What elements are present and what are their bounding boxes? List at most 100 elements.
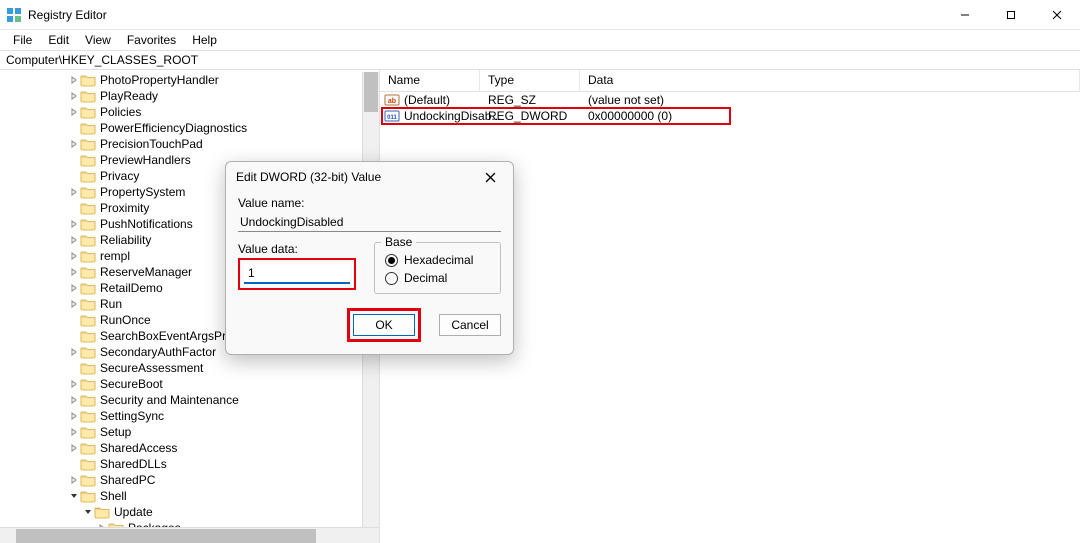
menu-view[interactable]: View [78, 32, 118, 48]
tree-item[interactable]: PlayReady [10, 88, 379, 104]
folder-icon [80, 329, 96, 343]
table-row[interactable]: ab (Default) REG_SZ (value not set) [380, 92, 1080, 108]
tree-item[interactable]: Shell [10, 488, 379, 504]
chevron-right-icon[interactable] [68, 396, 80, 404]
radio-icon [385, 272, 398, 285]
chevron-right-icon[interactable] [68, 236, 80, 244]
dialog-close-button[interactable] [475, 165, 505, 189]
chevron-right-icon[interactable] [68, 380, 80, 388]
tree-item-label: ReserveManager [100, 264, 192, 280]
chevron-right-icon[interactable] [68, 412, 80, 420]
table-row[interactable]: 011 UndockingDisab... REG_DWORD 0x000000… [380, 108, 1080, 124]
chevron-right-icon[interactable] [68, 108, 80, 116]
hscroll-thumb[interactable] [16, 529, 316, 543]
tree-item-label: SharedDLLs [100, 456, 167, 472]
tree-item[interactable]: Packages [10, 520, 379, 527]
menu-help[interactable]: Help [185, 32, 224, 48]
folder-icon [80, 489, 96, 503]
chevron-right-icon[interactable] [68, 428, 80, 436]
radio-label: Hexadecimal [404, 253, 473, 267]
hscroll[interactable] [0, 527, 379, 543]
chevron-down-icon[interactable] [82, 508, 94, 516]
row-data: 0x00000000 (0) [580, 109, 1080, 123]
radio-icon [385, 254, 398, 267]
tree-item[interactable]: SharedAccess [10, 440, 379, 456]
svg-text:ab: ab [388, 98, 396, 105]
chevron-right-icon[interactable] [68, 284, 80, 292]
chevron-right-icon[interactable] [68, 348, 80, 356]
window-controls [942, 0, 1080, 29]
folder-icon [80, 441, 96, 455]
folder-icon [80, 137, 96, 151]
col-name[interactable]: Name [380, 70, 480, 91]
tree-item[interactable]: PhotoPropertyHandler [10, 72, 379, 88]
chevron-right-icon[interactable] [68, 140, 80, 148]
chevron-right-icon[interactable] [68, 252, 80, 260]
menu-edit[interactable]: Edit [41, 32, 76, 48]
chevron-right-icon[interactable] [68, 76, 80, 84]
radio-decimal[interactable]: Decimal [385, 271, 490, 285]
annotation-highlight-ok: OK [347, 308, 421, 342]
vscroll-thumb[interactable] [364, 72, 378, 112]
folder-icon [80, 89, 96, 103]
value-data-label: Value data: [238, 242, 356, 256]
tree-item-label: Privacy [100, 168, 139, 184]
address-bar[interactable]: Computer\HKEY_CLASSES_ROOT [0, 50, 1080, 70]
tree-item[interactable]: SecureAssessment [10, 360, 379, 376]
tree-item[interactable]: SettingSync [10, 408, 379, 424]
title-bar: Registry Editor [0, 0, 1080, 30]
folder-icon [80, 473, 96, 487]
chevron-down-icon[interactable] [68, 492, 80, 500]
chevron-right-icon[interactable] [68, 300, 80, 308]
chevron-right-icon[interactable] [68, 268, 80, 276]
folder-icon [80, 281, 96, 295]
radio-hexadecimal[interactable]: Hexadecimal [385, 253, 490, 267]
row-data: (value not set) [580, 93, 1080, 107]
tree-item-label: Run [100, 296, 122, 312]
row-name: (Default) [404, 93, 450, 107]
tree-item-label: SettingSync [100, 408, 164, 424]
folder-icon [80, 185, 96, 199]
tree-item[interactable]: SecureBoot [10, 376, 379, 392]
tree-item-label: Update [114, 504, 153, 520]
chevron-right-icon[interactable] [68, 444, 80, 452]
dialog-titlebar[interactable]: Edit DWORD (32-bit) Value [226, 162, 513, 192]
cancel-button[interactable]: Cancel [439, 314, 501, 336]
tree-item-label: PowerEfficiencyDiagnostics [100, 120, 247, 136]
tree-item-label: RetailDemo [100, 280, 163, 296]
folder-icon [80, 73, 96, 87]
edit-dword-dialog: Edit DWORD (32-bit) Value Value name: Va… [225, 161, 514, 355]
col-data[interactable]: Data [580, 70, 1080, 91]
chevron-right-icon[interactable] [68, 188, 80, 196]
col-type[interactable]: Type [480, 70, 580, 91]
menu-favorites[interactable]: Favorites [120, 32, 183, 48]
menu-file[interactable]: File [6, 32, 39, 48]
tree-item-label: SecureBoot [100, 376, 163, 392]
tree-item[interactable]: PrecisionTouchPad [10, 136, 379, 152]
chevron-right-icon[interactable] [68, 220, 80, 228]
app-icon [6, 7, 22, 23]
minimize-button[interactable] [942, 0, 988, 29]
folder-icon [80, 377, 96, 391]
folder-icon [94, 505, 110, 519]
tree-item[interactable]: Security and Maintenance [10, 392, 379, 408]
chevron-right-icon[interactable] [68, 92, 80, 100]
value-name-field[interactable] [238, 212, 501, 232]
tree-item-label: Proximity [100, 200, 149, 216]
tree-item-label: SharedAccess [100, 440, 177, 456]
tree-item[interactable]: Setup [10, 424, 379, 440]
maximize-button[interactable] [988, 0, 1034, 29]
tree-item[interactable]: SharedDLLs [10, 456, 379, 472]
ok-button[interactable]: OK [353, 314, 415, 336]
tree-item-label: SecureAssessment [100, 360, 203, 376]
close-button[interactable] [1034, 0, 1080, 29]
folder-icon [80, 233, 96, 247]
chevron-right-icon[interactable] [68, 476, 80, 484]
folder-icon [80, 409, 96, 423]
tree-item[interactable]: Update [10, 504, 379, 520]
tree-item[interactable]: SharedPC [10, 472, 379, 488]
tree-item[interactable]: PowerEfficiencyDiagnostics [10, 120, 379, 136]
tree-item-label: RunOnce [100, 312, 151, 328]
value-data-input[interactable] [244, 264, 350, 284]
tree-item[interactable]: Policies [10, 104, 379, 120]
